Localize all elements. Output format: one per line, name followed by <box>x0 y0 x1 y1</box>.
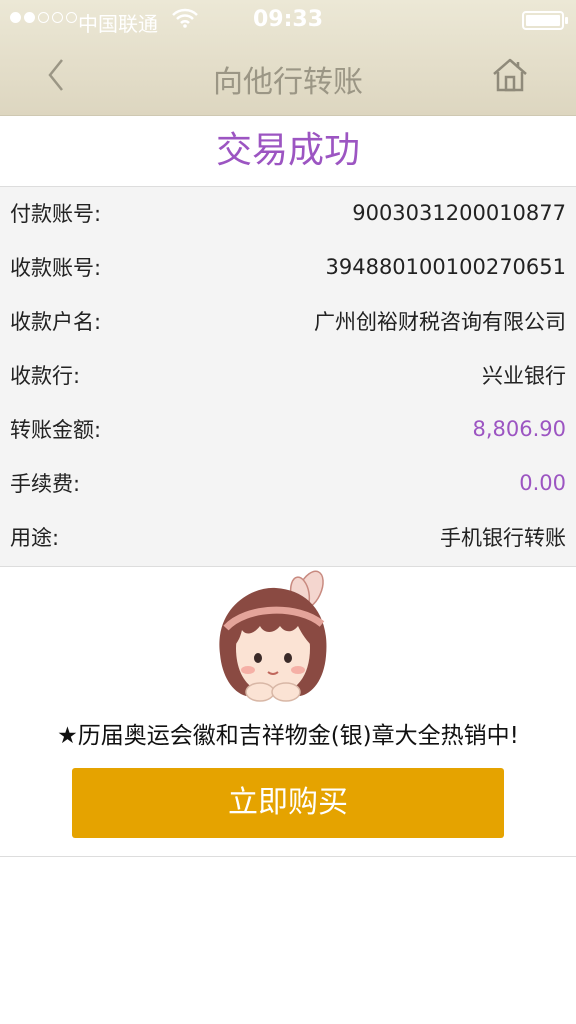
detail-label: 用途: <box>10 526 60 550</box>
divider <box>0 856 576 857</box>
detail-value: 手机银行转账 <box>440 526 566 550</box>
detail-value: 394880100100270651 <box>325 255 567 279</box>
top-bar: 中国联通 09:33 向他行转账 <box>0 0 576 116</box>
detail-value: 0.00 <box>519 471 566 495</box>
transaction-details: 付款账号: 9003031200010877 收款账号: 39488010010… <box>0 186 576 567</box>
detail-row-purpose: 用途: 手机银行转账 <box>0 517 576 557</box>
detail-label: 手续费: <box>10 472 81 496</box>
home-button[interactable] <box>488 50 532 100</box>
detail-row-payee-bank: 收款行: 兴业银行 <box>0 355 576 395</box>
detail-row-payee-name: 收款户名: 广州创裕财税咨询有限公司 <box>0 301 576 341</box>
detail-value: 兴业银行 <box>482 364 566 388</box>
detail-row-payee-account: 收款账号: 394880100100270651 <box>0 247 576 287</box>
status-bar: 中国联通 09:33 <box>0 0 576 40</box>
detail-row-amount: 转账金额: 8,806.90 <box>0 409 576 449</box>
detail-label: 转账金额: <box>10 418 102 442</box>
detail-label: 收款户名: <box>10 310 102 334</box>
detail-value: 广州创裕财税咨询有限公司 <box>314 310 566 334</box>
status-time: 09:33 <box>252 7 324 32</box>
buy-now-button[interactable]: 立即购买 <box>72 768 504 838</box>
detail-row-fee: 手续费: 0.00 <box>0 463 576 503</box>
detail-value: 8,806.90 <box>472 417 566 441</box>
detail-label: 收款行: <box>10 364 81 388</box>
mascot-girl-illustration <box>219 570 327 702</box>
detail-label: 付款账号: <box>10 202 102 226</box>
detail-value: 9003031200010877 <box>352 201 566 225</box>
home-icon <box>493 58 527 92</box>
transaction-success-title: 交易成功 <box>215 130 360 171</box>
battery-icon <box>522 11 568 30</box>
promo-banner-text[interactable]: ★历届奥运会徽和吉祥物金(银)章大全热销中! <box>0 716 576 756</box>
detail-row-payer-account: 付款账号: 9003031200010877 <box>0 193 576 233</box>
detail-label: 收款账号: <box>10 256 102 280</box>
navigation-bar: 向他行转账 <box>0 40 576 116</box>
